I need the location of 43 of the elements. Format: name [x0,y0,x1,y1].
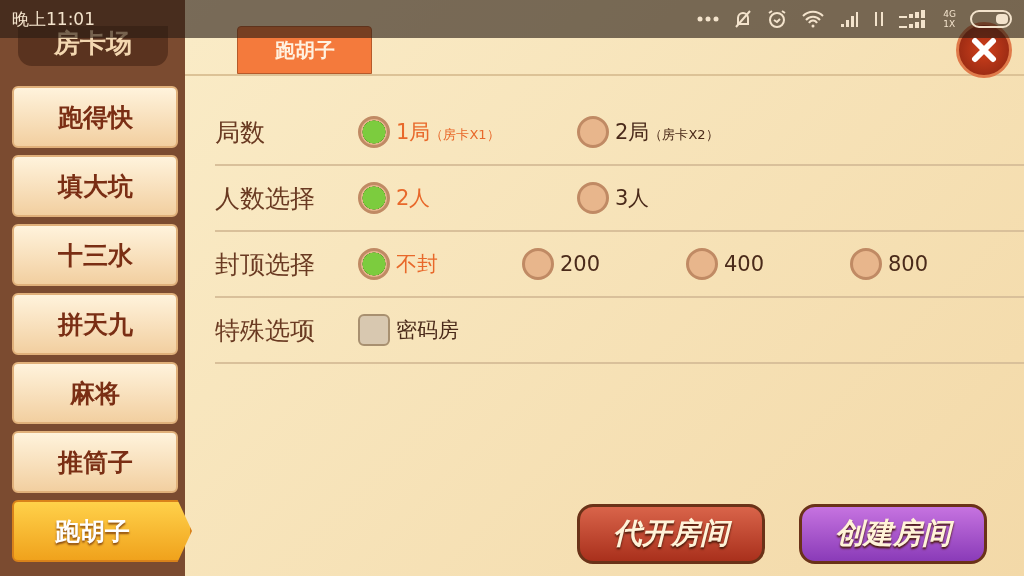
network-type: 4G [943,9,956,19]
wifi-icon [801,10,826,28]
checkbox-label: 密码房 [396,317,459,344]
radio-button[interactable] [686,248,718,280]
radio-label: 3人 [615,185,650,212]
radio-label: 1局（房卡X1） [396,119,500,146]
signal-icon [839,10,860,28]
radio-label: 不封 [396,251,438,278]
checkbox[interactable] [358,314,390,346]
alarm-clock-icon [767,9,788,29]
battery-icon [970,10,1012,28]
game-menu-item[interactable]: 跑得快 [12,86,178,148]
data-arrows-icon [873,10,886,28]
radio-button[interactable] [522,248,554,280]
game-menu-item[interactable]: 十三水 [12,224,178,286]
radio-label: 400 [724,252,765,276]
radio-label: 800 [888,252,929,276]
game-menu-item[interactable]: 麻将 [12,362,178,424]
option-label: 局数 [215,116,266,149]
radio-button[interactable] [577,116,609,148]
radio-label: 2人 [396,185,431,212]
game-menu-item[interactable]: 填大坑 [12,155,178,217]
option-label: 人数选择 [215,182,316,215]
game-menu-item[interactable]: 拼天九 [12,293,178,355]
radio-button[interactable] [850,248,882,280]
radio-button[interactable] [577,182,609,214]
more-dots-icon [697,16,720,22]
option-label: 特殊选项 [215,314,316,347]
option-label: 封顶选择 [215,248,316,281]
radio-label: 200 [560,252,601,276]
status-time: 晚上11:01 [12,7,95,29]
sidebar-title: 房卡场 [17,26,168,66]
muted-bell-icon [733,9,754,29]
radio-button[interactable] [358,248,390,280]
close-button[interactable] [956,22,1012,78]
room-button[interactable]: 创建房间 [799,504,987,564]
radio-button[interactable] [358,116,390,148]
radio-label: 2局（房卡X2） [615,119,719,146]
network-subtype: 1X [943,19,956,29]
room-button[interactable]: 代开房间 [577,504,765,564]
radio-button[interactable] [358,182,390,214]
game-menu-item[interactable]: 推筒子 [12,431,178,493]
close-icon [971,37,997,63]
